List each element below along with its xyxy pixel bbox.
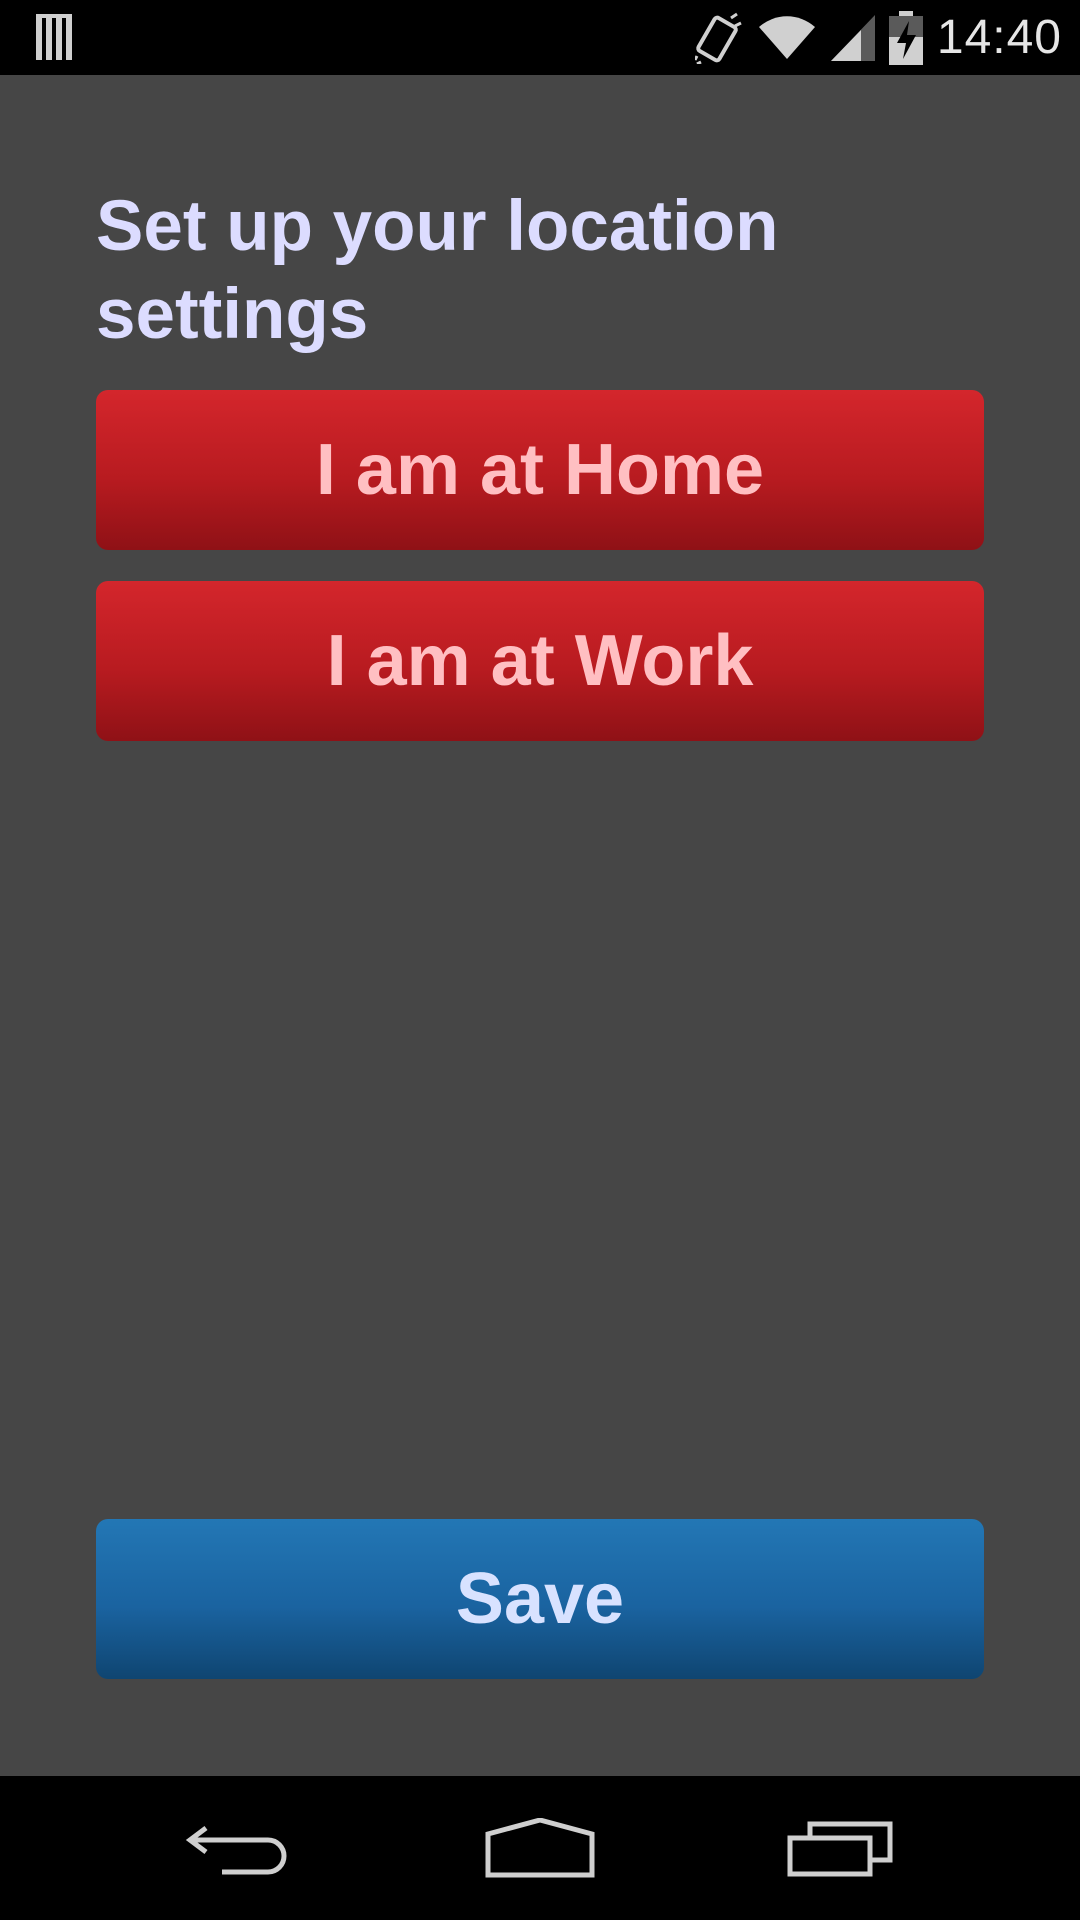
status-bar: 14:40 (0, 0, 1080, 75)
back-icon (185, 1826, 287, 1875)
battery-charging-icon (888, 10, 923, 65)
recent-apps-button[interactable] (741, 1776, 941, 1920)
page-title: Set up your location settings (96, 187, 779, 354)
save-button[interactable]: Save (96, 1519, 984, 1679)
work-location-button-label: I am at Work (326, 621, 754, 701)
back-button[interactable] (139, 1776, 339, 1920)
save-button-label: Save (455, 1559, 625, 1639)
notification-bars-icon (36, 14, 72, 60)
home-button[interactable] (440, 1776, 640, 1920)
home-location-button[interactable]: I am at Home (96, 390, 984, 550)
recent-apps-icon (787, 1821, 893, 1877)
main-content: Set up your location settings I am at Ho… (0, 75, 1080, 1776)
work-location-button[interactable]: I am at Work (96, 581, 984, 741)
home-location-button-label: I am at Home (315, 430, 765, 510)
status-time: 14:40 (936, 11, 1062, 64)
wifi-icon (758, 15, 815, 59)
status-icons: 14:40 (694, 0, 1062, 75)
navigation-bar (0, 1776, 1080, 1920)
home-icon (485, 1818, 595, 1878)
cell-signal-icon (830, 14, 875, 61)
vibrate-icon (694, 12, 742, 64)
